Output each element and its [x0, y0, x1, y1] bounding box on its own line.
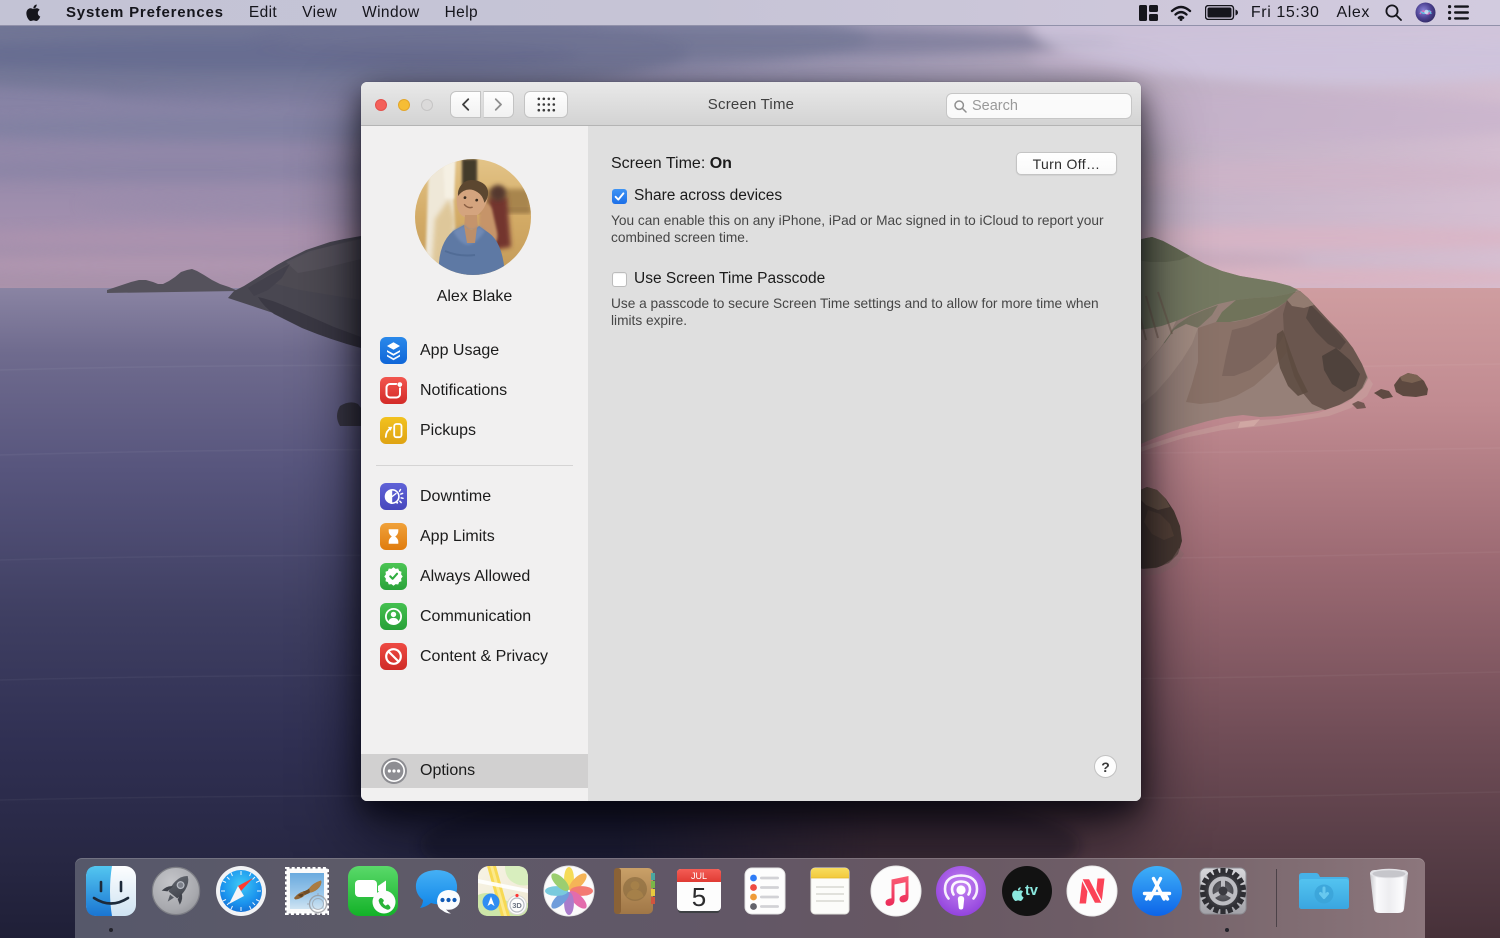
svg-text:3D: 3D — [512, 901, 522, 910]
svg-text:5: 5 — [692, 882, 706, 912]
svg-text:tv: tv — [1025, 883, 1038, 899]
svg-text:JUL: JUL — [691, 871, 707, 881]
